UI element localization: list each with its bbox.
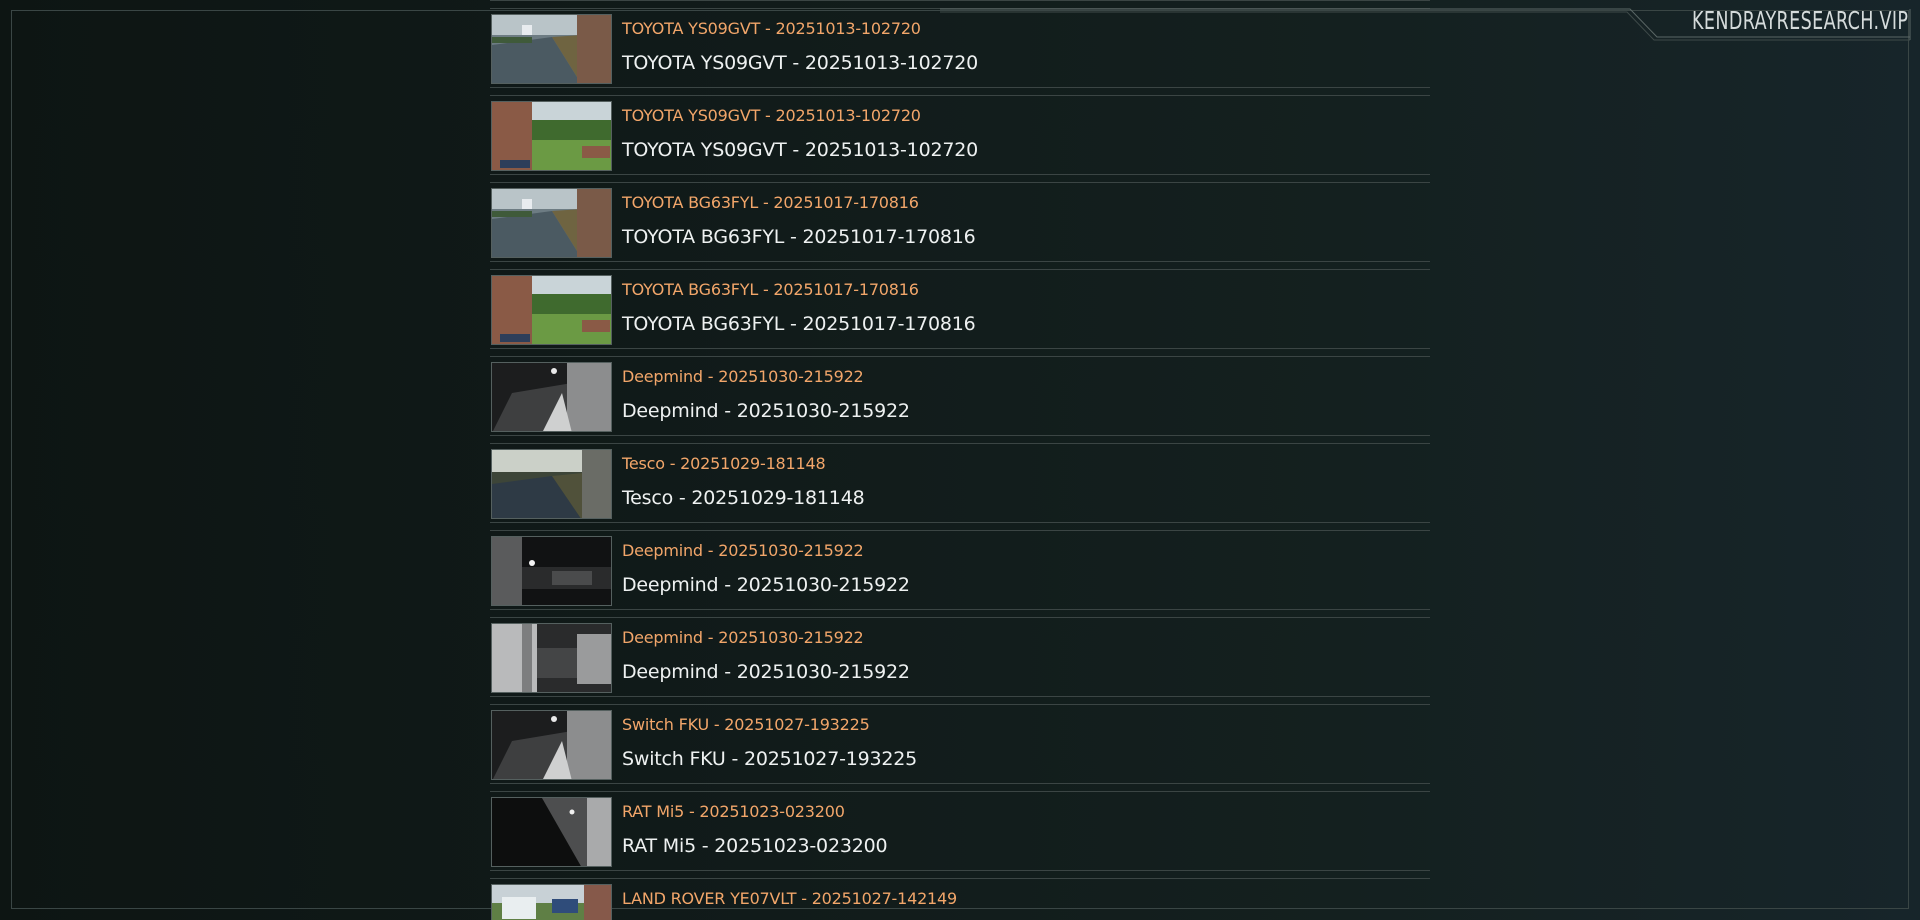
video-list-item[interactable]: TOYOTA BG63FYL - 20251017-170816 TOYOTA … xyxy=(490,269,1430,356)
row-divider-bottom xyxy=(490,0,1430,1)
row-divider-top xyxy=(490,182,1430,183)
row-divider-top xyxy=(490,530,1430,531)
video-subtitle: Deepmind - 20251030-215922 xyxy=(622,661,910,683)
row-divider-bottom xyxy=(490,174,1430,175)
video-title-link[interactable]: Deepmind - 20251030-215922 xyxy=(622,367,864,386)
video-list-item[interactable]: Deepmind - 20251030-215922 Deepmind - 20… xyxy=(490,530,1430,617)
video-list-item[interactable]: Switch FKU - 20251027-193225 Switch FKU … xyxy=(490,704,1430,791)
video-thumbnail[interactable] xyxy=(491,275,612,345)
video-list-item[interactable]: LAND ROVER YE07VLT - 20251027-142149 LAN… xyxy=(490,878,1430,920)
row-divider-top xyxy=(490,8,1430,9)
video-subtitle: Switch FKU - 20251027-193225 xyxy=(622,748,918,770)
video-subtitle: TOYOTA BG63FYL - 20251017-170816 xyxy=(622,226,976,248)
video-title-link[interactable]: TOYOTA BG63FYL - 20251017-170816 xyxy=(622,280,919,299)
video-subtitle: TOYOTA YS09GVT - 20251013-102720 xyxy=(622,139,979,161)
row-divider-top xyxy=(490,704,1430,705)
video-title-link[interactable]: TOYOTA YS09GVT - 20251013-102720 xyxy=(622,19,921,38)
video-subtitle: TOYOTA BG63FYL - 20251017-170816 xyxy=(622,313,976,335)
video-list-item[interactable]: TOYOTA YS09GVT - 20251013-102720 TOYOTA … xyxy=(490,95,1430,182)
site-brand-logo[interactable]: KENDRAYRESEARCH.VIP xyxy=(1692,6,1908,35)
row-divider-top xyxy=(490,617,1430,618)
row-divider-top xyxy=(490,356,1430,357)
video-title-link[interactable]: TOYOTA YS09GVT - 20251013-102720 xyxy=(622,106,921,125)
row-divider-bottom xyxy=(490,870,1430,871)
video-title-link[interactable]: Tesco - 20251029-181148 xyxy=(622,454,826,473)
video-title-link[interactable]: Deepmind - 20251030-215922 xyxy=(622,628,864,647)
video-subtitle: Deepmind - 20251030-215922 xyxy=(622,400,910,422)
video-thumbnail[interactable] xyxy=(491,449,612,519)
video-title-link[interactable]: TOYOTA BG63FYL - 20251017-170816 xyxy=(622,193,919,212)
video-list-item[interactable]: RAT Mi5 - 20251023-023200 RAT Mi5 - 2025… xyxy=(490,791,1430,878)
video-title-link[interactable]: Switch FKU - 20251027-193225 xyxy=(622,715,870,734)
video-thumbnail[interactable] xyxy=(491,623,612,693)
video-list[interactable]: TOYOTA YS09GVT - 20251013-102720 TOYOTA … xyxy=(490,0,1430,920)
video-subtitle: TOYOTA YS09GVT - 20251013-102720 xyxy=(622,52,979,74)
video-list-item[interactable]: Tesco - 20251029-181148 Tesco - 20251029… xyxy=(490,443,1430,530)
video-title-link[interactable]: RAT Mi5 - 20251023-023200 xyxy=(622,802,845,821)
video-list-item[interactable]: TOYOTA BG63FYL - 20251017-170816 TOYOTA … xyxy=(490,182,1430,269)
video-thumbnail[interactable] xyxy=(491,14,612,84)
video-list-item[interactable]: Deepmind - 20251030-215922 Deepmind - 20… xyxy=(490,617,1430,704)
row-divider-bottom xyxy=(490,696,1430,697)
row-divider-bottom xyxy=(490,435,1430,436)
row-divider-top xyxy=(490,269,1430,270)
row-divider-bottom xyxy=(490,783,1430,784)
video-thumbnail[interactable] xyxy=(491,710,612,780)
video-thumbnail[interactable] xyxy=(491,101,612,171)
video-subtitle: Tesco - 20251029-181148 xyxy=(622,487,865,509)
row-divider-bottom xyxy=(490,522,1430,523)
video-thumbnail[interactable] xyxy=(491,188,612,258)
row-divider-bottom xyxy=(490,609,1430,610)
row-divider-bottom xyxy=(490,261,1430,262)
row-divider-bottom xyxy=(490,87,1430,88)
row-divider-top xyxy=(490,443,1430,444)
video-list-item[interactable]: TOYOTA YS09GVT - 20251013-102720 TOYOTA … xyxy=(490,0,1430,8)
video-thumbnail[interactable] xyxy=(491,797,612,867)
row-divider-bottom xyxy=(490,348,1430,349)
video-list-inner: TOYOTA YS09GVT - 20251013-102720 TOYOTA … xyxy=(490,0,1430,920)
video-thumbnail[interactable] xyxy=(491,884,612,920)
video-subtitle: Deepmind - 20251030-215922 xyxy=(622,574,910,596)
video-subtitle: RAT Mi5 - 20251023-023200 xyxy=(622,835,888,857)
video-list-item[interactable]: TOYOTA YS09GVT - 20251013-102720 TOYOTA … xyxy=(490,8,1430,95)
row-divider-top xyxy=(490,95,1430,96)
video-thumbnail[interactable] xyxy=(491,362,612,432)
row-divider-top xyxy=(490,791,1430,792)
video-title-link[interactable]: LAND ROVER YE07VLT - 20251027-142149 xyxy=(622,889,957,908)
video-list-item[interactable]: Deepmind - 20251030-215922 Deepmind - 20… xyxy=(490,356,1430,443)
video-title-link[interactable]: Deepmind - 20251030-215922 xyxy=(622,541,864,560)
video-thumbnail[interactable] xyxy=(491,536,612,606)
row-divider-top xyxy=(490,878,1430,879)
